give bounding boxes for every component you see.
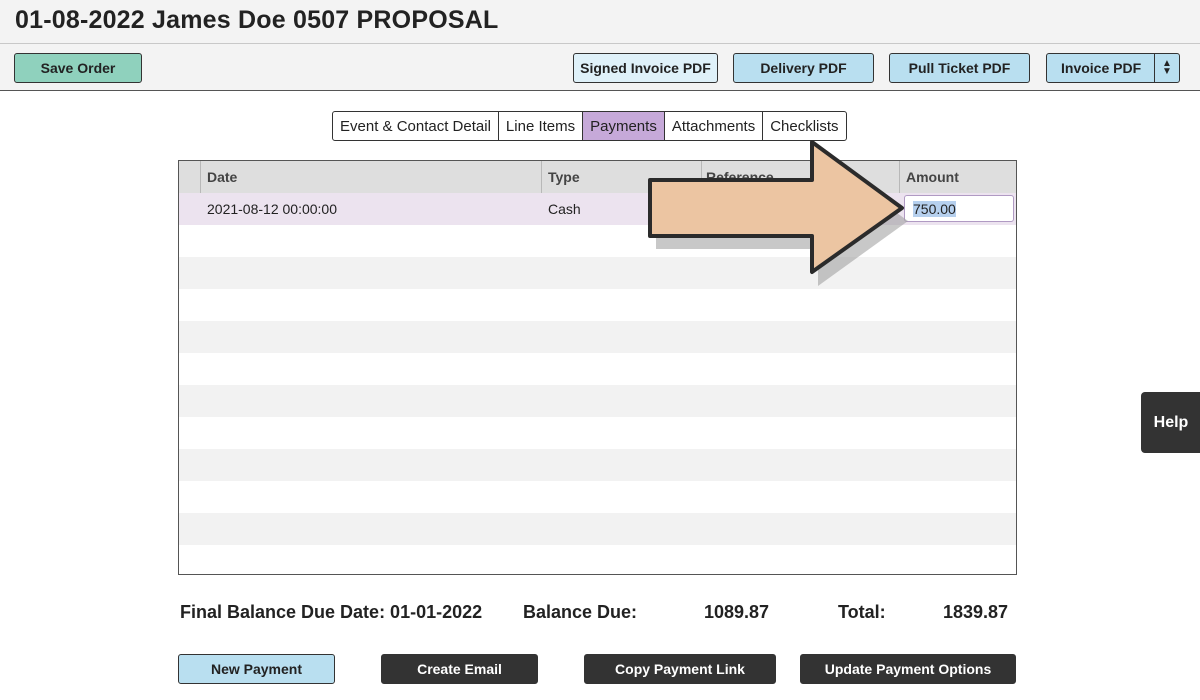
total-label: Total: — [838, 602, 886, 622]
toolbar: Save Order Signed Invoice PDF Delivery P… — [0, 44, 1200, 91]
empty-row — [179, 481, 1016, 513]
help-button[interactable]: Help — [1141, 392, 1200, 453]
pull-ticket-pdf-button[interactable]: Pull Ticket PDF — [889, 53, 1030, 83]
empty-row — [179, 385, 1016, 417]
invoice-pdf-split-button[interactable]: Invoice PDF ▲ ▼ — [1046, 53, 1180, 83]
amount-input[interactable]: 750.00 — [904, 195, 1014, 222]
final-balance-due-date: Final Balance Due Date: 01-01-2022 — [180, 602, 483, 622]
payment-type-cell: Cash — [548, 201, 581, 217]
invoice-pdf-label[interactable]: Invoice PDF — [1061, 60, 1141, 76]
column-header-date[interactable]: Date — [200, 161, 541, 193]
balance-due-value: 1089.87 — [704, 602, 770, 622]
title-bar: 01-08-2022 James Doe 0507 PROPOSAL — [0, 0, 1200, 44]
empty-row — [179, 417, 1016, 449]
signed-invoice-pdf-button[interactable]: Signed Invoice PDF — [573, 53, 718, 83]
copy-payment-link-button[interactable]: Copy Payment Link — [584, 654, 776, 684]
empty-row — [179, 289, 1016, 321]
balance-due-label: Balance Due: — [523, 602, 638, 622]
tab-bar: Event & Contact Detail Line Items Paymen… — [332, 111, 847, 141]
empty-row — [179, 449, 1016, 481]
tab-payments[interactable]: Payments — [583, 112, 665, 140]
delivery-pdf-button[interactable]: Delivery PDF — [733, 53, 874, 83]
update-payment-options-button[interactable]: Update Payment Options — [800, 654, 1016, 684]
tab-attachments[interactable]: Attachments — [665, 112, 764, 140]
create-email-button[interactable]: Create Email — [381, 654, 538, 684]
tab-checklists[interactable]: Checklists — [763, 112, 845, 140]
total-value: 1839.87 — [943, 602, 1009, 622]
empty-row — [179, 353, 1016, 385]
empty-row — [179, 321, 1016, 353]
pointer-arrow-icon — [648, 140, 908, 286]
tab-line-items[interactable]: Line Items — [499, 112, 584, 140]
new-payment-button[interactable]: New Payment — [178, 654, 335, 684]
save-order-button[interactable]: Save Order — [14, 53, 142, 83]
updown-chevron-icon[interactable]: ▲ ▼ — [1154, 54, 1179, 82]
tab-event-contact-detail[interactable]: Event & Contact Detail — [333, 112, 499, 140]
payment-date-cell: 2021-08-12 00:00:00 — [207, 201, 337, 217]
empty-row — [179, 545, 1016, 574]
page-title: 01-08-2022 James Doe 0507 PROPOSAL — [15, 6, 499, 34]
empty-row — [179, 513, 1016, 545]
